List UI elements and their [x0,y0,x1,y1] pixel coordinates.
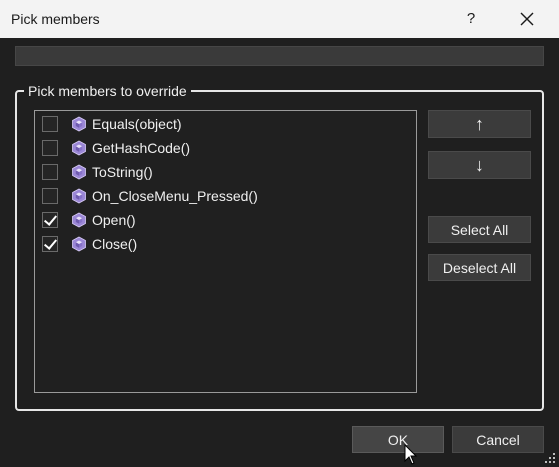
arrow-down-icon: ↓ [475,154,484,175]
member-checkbox[interactable] [42,164,58,180]
close-button[interactable] [512,4,542,34]
method-cube-icon [71,212,87,228]
list-item[interactable]: ToString() [35,160,416,184]
member-label: Open() [92,212,136,228]
search-input[interactable] [15,46,544,66]
member-label: GetHashCode() [92,140,191,156]
help-button[interactable]: ? [460,4,482,34]
member-checkbox[interactable] [42,116,58,132]
list-item[interactable]: GetHashCode() [35,136,416,160]
method-cube-icon [71,164,87,180]
member-checkbox[interactable] [42,212,58,228]
member-checkbox[interactable] [42,236,58,252]
method-cube-icon [71,140,87,156]
list-item[interactable]: Close() [35,232,416,256]
list-item[interactable]: Open() [35,208,416,232]
title-bar: Pick members ? [0,0,559,38]
move-up-button[interactable]: ↑ [428,110,531,138]
resize-grip-icon[interactable] [541,449,557,465]
arrow-up-icon: ↑ [475,113,484,134]
member-label: ToString() [92,164,153,180]
window-title: Pick members [11,11,100,27]
close-icon [520,12,534,26]
member-label: Close() [92,236,138,252]
member-checkbox[interactable] [42,188,58,204]
members-list[interactable]: Equals(object) GetHashCode() ToString() On_… [34,110,417,393]
member-checkbox[interactable] [42,140,58,156]
deselect-all-button[interactable]: Deselect All [428,254,531,281]
move-down-button[interactable]: ↓ [428,151,531,179]
list-item[interactable]: On_CloseMenu_Pressed() [35,184,416,208]
method-cube-icon [71,236,87,252]
members-group-label: Pick members to override [24,82,191,100]
cancel-button[interactable]: Cancel [452,426,544,453]
list-item[interactable]: Equals(object) [35,112,416,136]
member-label: Equals(object) [92,116,182,132]
method-cube-icon [71,188,87,204]
method-cube-icon [71,116,87,132]
member-label: On_CloseMenu_Pressed() [92,188,258,204]
mouse-cursor-icon [404,444,418,466]
ok-button[interactable]: OK [352,426,444,453]
select-all-button[interactable]: Select All [428,216,531,243]
